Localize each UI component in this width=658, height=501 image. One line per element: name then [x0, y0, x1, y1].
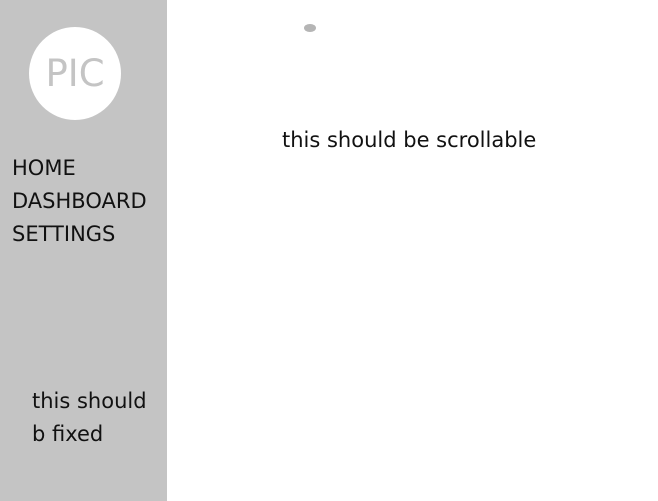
sidebar-footer-line-2: b fixed [32, 422, 104, 446]
sidebar-nav: HOME DASHBOARD SETTINGS [12, 152, 147, 251]
sidebar-item-settings[interactable]: SETTINGS [12, 218, 147, 251]
sidebar-item-home[interactable]: HOME [12, 152, 147, 185]
avatar-label: PIC [45, 52, 105, 95]
main-content[interactable]: this should be scrollable [167, 0, 658, 501]
sidebar-item-dashboard[interactable]: DASHBOARD [12, 185, 147, 218]
sidebar-footer-text: this should b fixed [32, 385, 162, 451]
main-scroll-text: this should be scrollable [282, 128, 537, 152]
small-dot-icon [304, 24, 316, 32]
sidebar-footer-line-1: this should [32, 389, 147, 413]
avatar[interactable]: PIC [29, 27, 121, 120]
app-window: PIC HOME DASHBOARD SETTINGS this should … [0, 0, 658, 501]
sidebar: PIC HOME DASHBOARD SETTINGS this should … [0, 0, 167, 501]
